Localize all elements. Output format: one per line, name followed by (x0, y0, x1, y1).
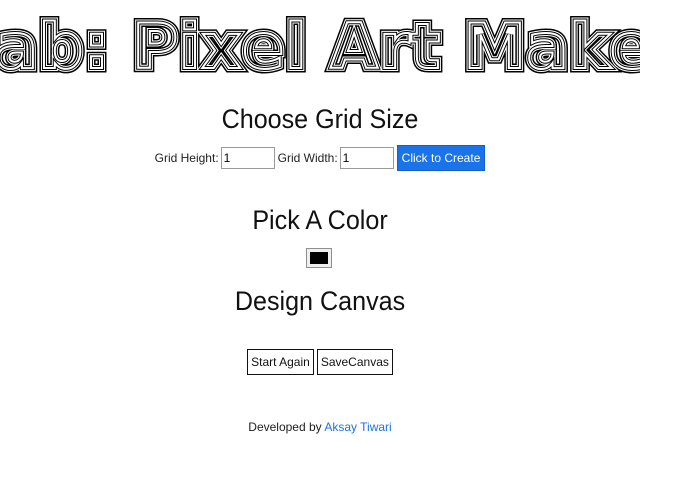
grid-height-label: Grid Height: (154, 151, 219, 165)
footer: Developed by Aksay Tiwari (0, 420, 640, 434)
grid-width-input[interactable] (339, 147, 394, 169)
grid-width-label: Grid Width: (277, 151, 338, 165)
color-swatch (310, 252, 328, 264)
page: Lab: Pixel Art Maker Lab: Pixel Art Make… (0, 0, 700, 500)
title-logo: Lab: Pixel Art Maker Lab: Pixel Art Make… (0, 8, 640, 80)
create-grid-button[interactable]: Click to Create (396, 145, 486, 171)
author-link[interactable]: Aksay Tiwari (324, 420, 391, 434)
pick-color-heading: Pick A Color (252, 205, 388, 235)
save-canvas-button[interactable]: SaveCanvas (316, 349, 393, 375)
page-title: Lab: Pixel Art Maker Lab: Pixel Art Make… (0, 8, 640, 80)
grid-size-form: Grid Height: Grid Width: Click to Create (0, 145, 640, 171)
title-outline-gap-2: Lab: Pixel Art Maker (0, 10, 640, 80)
canvas-actions: Start Again SaveCanvas (0, 349, 640, 375)
footer-prefix: Developed by (248, 420, 325, 434)
grid-size-heading: Choose Grid Size (221, 104, 419, 134)
start-again-button[interactable]: Start Again (247, 349, 314, 375)
grid-height-input[interactable] (220, 147, 275, 169)
design-canvas-heading: Design Canvas (234, 286, 406, 316)
color-picker[interactable] (306, 248, 332, 268)
